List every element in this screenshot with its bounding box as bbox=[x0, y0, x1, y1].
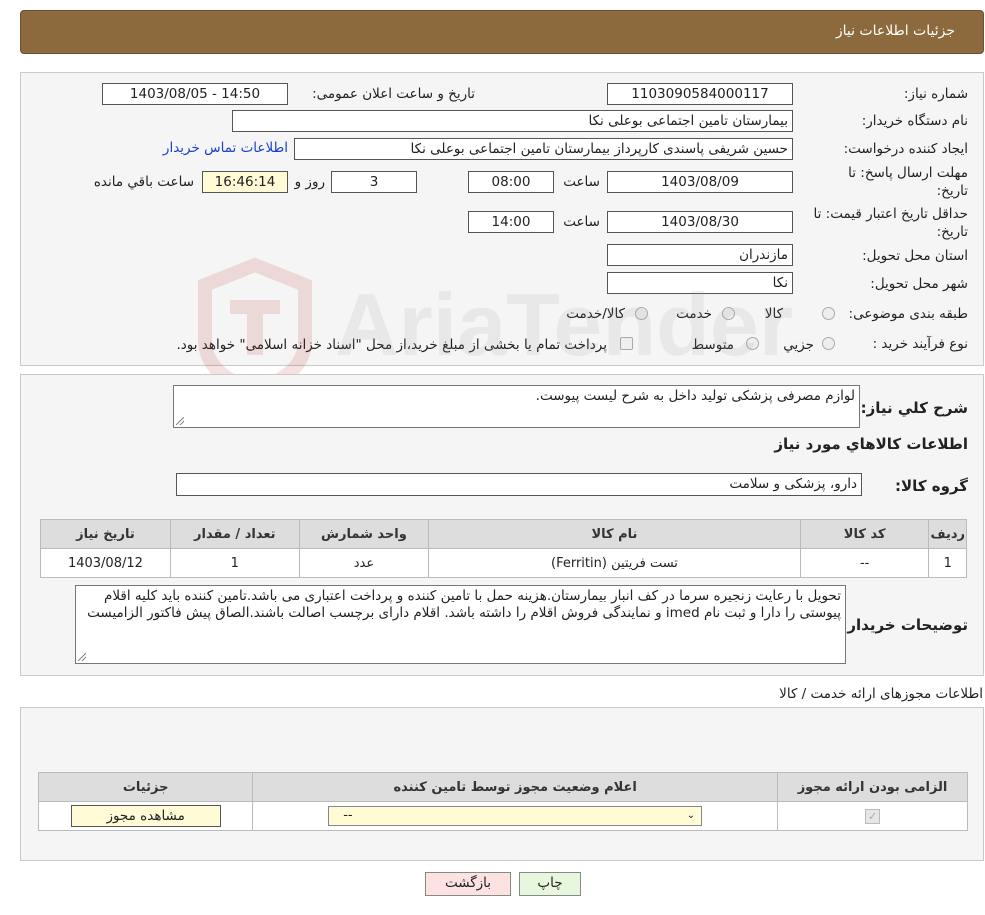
cell-permit-required: ✓ bbox=[777, 801, 968, 831]
resize-grip-icon[interactable] bbox=[176, 417, 184, 425]
col-quantity: تعداد / مقدار bbox=[169, 519, 300, 549]
goods-table-header: رديف کد کالا نام کالا واحد شمارش تعداد /… bbox=[40, 519, 967, 549]
general-description-text: لوازم مصرفی پزشکی تولید داخل به شرح لیست… bbox=[535, 388, 855, 404]
price-time-label: ساعت bbox=[563, 214, 600, 230]
permit-status-value: -- bbox=[343, 808, 353, 823]
col-permit-details: جزئیات bbox=[37, 772, 254, 802]
price-time-field: 14:00 bbox=[468, 211, 554, 233]
general-description-label: شرح کلي نياز: bbox=[860, 399, 968, 417]
buyer-org-label: نام دستگاه خریدار: bbox=[861, 113, 968, 129]
permits-section-title: اطلاعات مجوزهای ارائه خدمت / کالا bbox=[779, 686, 983, 702]
permit-status-select[interactable]: -- ⌄ bbox=[328, 806, 703, 826]
col-permit-required: الزامی بودن ارائه مجوز bbox=[777, 772, 968, 802]
cell-need-date: 1403/08/12 bbox=[40, 548, 171, 578]
col-need-date: تاریخ نیاز bbox=[40, 519, 171, 549]
reply-date-field: 1403/08/09 bbox=[607, 171, 793, 193]
page-title: جزئیات اطلاعات نیاز bbox=[835, 23, 955, 39]
reply-time-label: ساعت bbox=[563, 174, 600, 190]
cell-permit-details: مشاهده مجوز bbox=[37, 801, 254, 831]
cell-quantity: 1 bbox=[169, 548, 300, 578]
announce-field: 1403/08/05 - 14:50 bbox=[102, 83, 288, 105]
col-row-number: رديف bbox=[928, 519, 967, 549]
page-header: جزئیات اطلاعات نیاز bbox=[20, 10, 984, 54]
cell-permit-status: -- ⌄ bbox=[252, 801, 779, 831]
chevron-down-icon: ⌄ bbox=[686, 810, 696, 821]
category-label: طبقه بندی موضوعی: bbox=[848, 306, 968, 322]
remaining-time-field: 16:46:14 bbox=[202, 171, 288, 193]
view-permit-button[interactable]: مشاهده مجوز bbox=[70, 805, 221, 827]
col-unit: واحد شمارش bbox=[298, 519, 430, 549]
process-radio-minor[interactable] bbox=[822, 337, 835, 350]
price-validity-label: حداقل تاریخ اعتبار قیمت: تا تاریخ: bbox=[813, 206, 968, 240]
need-number-field: 1103090584000117 bbox=[607, 83, 793, 105]
cell-row-number: 1 bbox=[928, 548, 967, 578]
creator-label: ایجاد کننده درخواست: bbox=[843, 141, 968, 157]
remaining-time-label: ساعت باقي مانده bbox=[93, 174, 194, 190]
permits-table-header: الزامی بودن ارائه مجوز اعلام وضعیت مجوز … bbox=[37, 772, 968, 802]
general-description-textarea[interactable]: لوازم مصرفی پزشکی تولید داخل به شرح لیست… bbox=[173, 385, 860, 428]
creator-field: حسین شریفی پاسندی کارپرداز بیمارستان تام… bbox=[294, 138, 793, 160]
process-label: نوع فرآیند خرید : bbox=[872, 336, 968, 352]
table-row: ✓ -- ⌄ مشاهده مجوز bbox=[37, 801, 968, 831]
city-label: شهر محل تحویل: bbox=[870, 276, 968, 292]
province-label: استان محل تحویل: bbox=[862, 248, 968, 264]
reply-time-field: 08:00 bbox=[468, 171, 554, 193]
print-button[interactable]: چاپ bbox=[519, 872, 581, 896]
buyer-notes-text: تحویل با رعایت زنجیره سرما در کف انبار ب… bbox=[87, 588, 841, 621]
price-date-field: 1403/08/30 bbox=[607, 211, 793, 233]
category-radio-goods[interactable] bbox=[822, 307, 835, 320]
announce-label: تاریخ و ساعت اعلان عمومی: bbox=[312, 86, 475, 102]
reply-deadline-label: مهلت ارسال پاسخ: تا تاریخ: bbox=[848, 165, 968, 199]
col-item-code: کد کالا bbox=[799, 519, 930, 549]
watermark-logo: AriaTender.neT bbox=[198, 257, 795, 395]
cell-unit: عدد bbox=[298, 548, 430, 578]
goods-group-field: دارو، پزشکی و سلامت bbox=[176, 473, 862, 496]
buyer-notes-label: توضیحات خریدار: bbox=[841, 616, 968, 634]
watermark-text: AriaTender.neT bbox=[335, 275, 795, 374]
goods-group-label: گروه کالا: bbox=[895, 477, 968, 495]
resize-grip-icon[interactable] bbox=[78, 653, 86, 661]
days-field: 3 bbox=[331, 171, 417, 193]
col-item-name: نام کالا bbox=[428, 519, 801, 549]
permits-table: الزامی بودن ارائه مجوز اعلام وضعیت مجوز … bbox=[37, 772, 968, 831]
need-number-label: شماره نیاز: bbox=[903, 86, 968, 102]
cell-item-code: -- bbox=[799, 548, 930, 578]
goods-section-title: اطلاعات کالاهاي مورد نياز bbox=[774, 435, 968, 453]
buyer-contact-link[interactable]: اطلاعات تماس خریدار bbox=[163, 140, 288, 156]
goods-table: رديف کد کالا نام کالا واحد شمارش تعداد /… bbox=[40, 519, 967, 578]
table-row: 1 -- تست فریتین (Ferritin) عدد 1 1403/08… bbox=[40, 548, 967, 578]
buyer-org-field: بیمارستان تامین اجتماعی بوعلی نکا bbox=[232, 110, 793, 132]
buyer-notes-textarea[interactable]: تحویل با رعایت زنجیره سرما در کف انبار ب… bbox=[75, 585, 846, 664]
cell-item-name: تست فریتین (Ferritin) bbox=[428, 548, 801, 578]
days-label: روز و bbox=[294, 174, 325, 190]
back-button[interactable]: بازگشت bbox=[425, 872, 511, 896]
permit-required-checkbox: ✓ bbox=[865, 808, 881, 824]
col-permit-status: اعلام وضعیت مجوز توسط تامین کننده bbox=[252, 772, 779, 802]
